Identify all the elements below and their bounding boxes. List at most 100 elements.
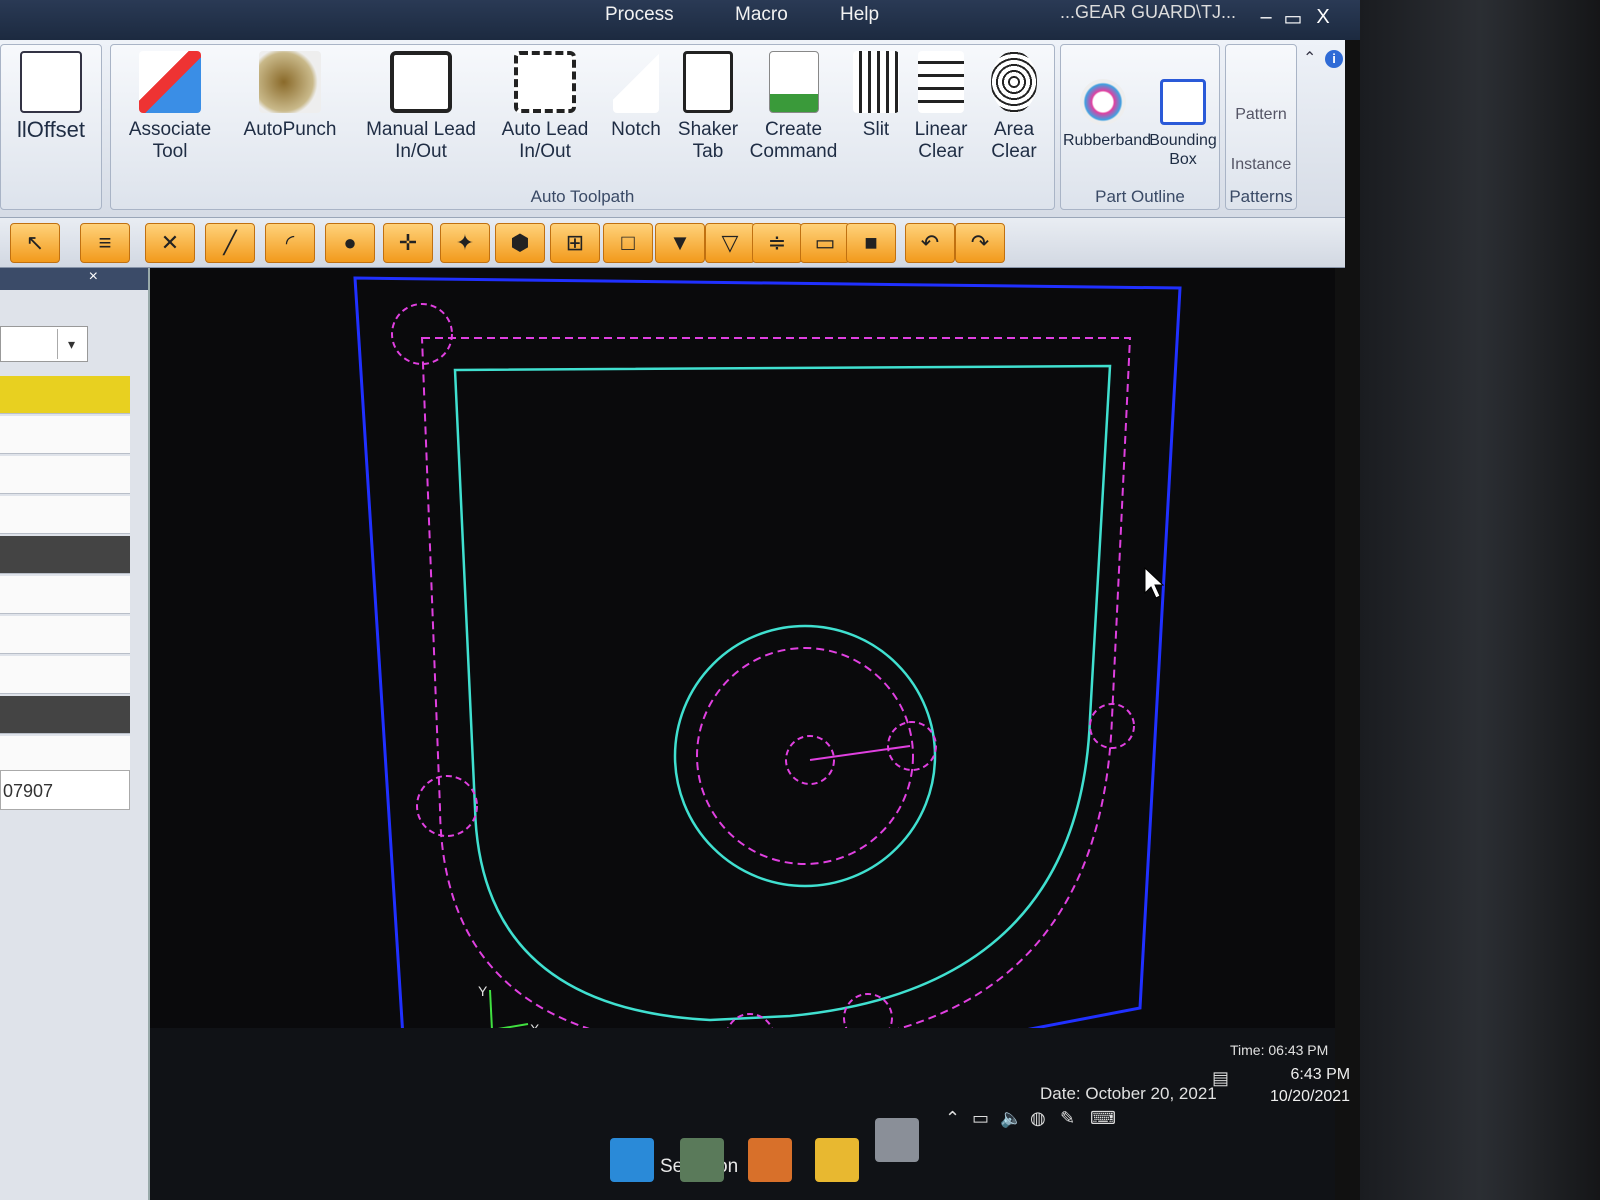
panel-row[interactable] — [0, 416, 130, 454]
rubberband-icon — [1080, 79, 1126, 125]
bounding-box-button[interactable]: Bounding Box — [1147, 79, 1219, 169]
auto-lead-button[interactable]: Auto Lead In/Out — [491, 51, 599, 163]
align-icon[interactable]: ≑ — [752, 223, 802, 263]
pen-icon[interactable]: ✎ — [1060, 1108, 1075, 1129]
slit-button[interactable]: Slit — [846, 51, 906, 141]
properties-panel: × ▾ 07907 — [0, 268, 150, 1200]
patterns-group-label: Patterns — [1229, 187, 1293, 206]
chevron-up-icon[interactable]: ⌃ — [945, 1108, 960, 1129]
network-icon[interactable]: ◍ — [1030, 1108, 1046, 1129]
shaker-tab-button[interactable]: Shaker Tab — [673, 51, 743, 163]
panel-value-field[interactable]: 07907 — [0, 770, 130, 810]
offset-button[interactable]: llOffset — [1, 51, 101, 141]
cad-drawing: Y X — [353, 276, 1182, 1028]
menu-macro[interactable]: Macro — [735, 4, 788, 26]
tray-clock[interactable]: 6:43 PM 10/20/2021 — [1270, 1064, 1350, 1108]
slit-label-1: Slit — [862, 119, 890, 140]
instance-button[interactable]: Instance — [1226, 155, 1296, 174]
undo-icon[interactable]: ↶ — [905, 223, 955, 263]
rubberband-button[interactable]: Rubberband — [1063, 79, 1152, 150]
notification-icon[interactable]: ▤ — [1212, 1068, 1229, 1089]
associate-tool-label-1: Associate — [128, 119, 212, 140]
linear-clear-button[interactable]: Linear Clear — [909, 51, 973, 163]
panel-row[interactable] — [0, 496, 130, 534]
part-outline-group-label: Part Outline — [1095, 187, 1185, 206]
create-command-button[interactable]: Create Command — [746, 51, 841, 163]
taskbar-app-icon[interactable] — [680, 1138, 724, 1182]
panel-row[interactable] — [0, 536, 130, 574]
panel-dropdown[interactable]: ▾ — [0, 326, 88, 362]
ribbon: llOffset Associate Tool AutoPunch Manual… — [0, 40, 1345, 218]
bounding-box-label-2: Box — [1169, 151, 1197, 168]
tools-icon[interactable]: ✕ — [145, 223, 195, 263]
taskbar-app-icon[interactable] — [875, 1118, 919, 1162]
sheet-border — [353, 276, 1182, 1028]
redo-icon[interactable]: ↷ — [955, 223, 1005, 263]
hierarchy-icon[interactable]: ⊞ — [550, 223, 600, 263]
select-arrow-icon[interactable]: ↖ — [10, 223, 60, 263]
pattern-button[interactable]: Pattern — [1226, 105, 1296, 124]
stop-icon[interactable]: ■ — [846, 223, 896, 263]
maximize-button[interactable]: ▭ — [1282, 6, 1304, 31]
minimize-button[interactable]: ‒ — [1255, 6, 1277, 29]
puzzle-icon[interactable]: ✦ — [440, 223, 490, 263]
taskbar-app-icon[interactable] — [610, 1138, 654, 1182]
panel-row[interactable] — [0, 616, 130, 654]
drawing-canvas[interactable]: Y X — [150, 268, 1335, 1028]
filter-remove-icon[interactable]: ▽ — [705, 223, 755, 263]
menu-help[interactable]: Help — [840, 4, 879, 26]
ribbon-group-offset: llOffset — [0, 44, 102, 210]
battery-icon[interactable]: ▭ — [972, 1108, 989, 1129]
tool-hit — [416, 775, 478, 837]
filter-icon[interactable]: ▼ — [655, 223, 705, 263]
linear-clear-label-1: Linear — [914, 119, 968, 140]
point-icon[interactable]: ✛ — [383, 223, 433, 263]
auto-lead-icon — [514, 51, 576, 113]
y-axis-line — [489, 989, 493, 1028]
status-bar: Selection Date: October 20, 2021 Time: 0… — [150, 1028, 1350, 1200]
collapse-ribbon-icon[interactable]: ⌃ — [1303, 48, 1316, 68]
rubberband-label-1: Rubberband — [1063, 132, 1152, 149]
polygon-icon[interactable]: ⬢ — [495, 223, 545, 263]
notch-button[interactable]: Notch — [603, 51, 669, 141]
panel-header: × — [0, 268, 148, 290]
circle-icon[interactable]: ● — [325, 223, 375, 263]
line-icon[interactable]: ╱ — [205, 223, 255, 263]
panel-row[interactable] — [0, 696, 130, 734]
auto-lead-label-1: Auto Lead — [501, 119, 589, 140]
tool-path — [420, 337, 1132, 1028]
panel-row[interactable] — [0, 376, 130, 414]
taskbar-app-icon[interactable] — [748, 1138, 792, 1182]
create-command-label-2: Command — [749, 141, 838, 162]
arc-icon[interactable]: ◜ — [265, 223, 315, 263]
panel-close-icon[interactable]: × — [89, 268, 98, 285]
layers-icon[interactable]: ≡ — [80, 223, 130, 263]
manual-lead-icon — [390, 51, 452, 113]
panel-row[interactable] — [0, 656, 130, 694]
area-clear-button[interactable]: Area Clear — [974, 51, 1054, 163]
offset-icon — [20, 51, 82, 113]
menu-process[interactable]: Process — [605, 4, 674, 26]
center-hole-outline — [673, 624, 937, 888]
panel-row[interactable] — [0, 576, 130, 614]
associate-tool-button[interactable]: Associate Tool — [115, 51, 225, 163]
linear-clear-icon — [918, 51, 964, 113]
keyboard-icon[interactable]: ⌨ — [1090, 1108, 1116, 1129]
autopunch-button[interactable]: AutoPunch — [231, 51, 349, 141]
notch-icon — [613, 51, 659, 113]
info-icon[interactable]: i — [1325, 50, 1343, 68]
slot-icon[interactable]: ▭ — [800, 223, 850, 263]
panel-row[interactable] — [0, 736, 130, 774]
folder-icon[interactable] — [815, 1138, 859, 1182]
part-outline — [453, 364, 1112, 1022]
close-button[interactable]: X — [1312, 6, 1334, 29]
autopunch-label-1: AutoPunch — [243, 119, 337, 140]
chevron-down-icon: ▾ — [57, 329, 85, 359]
volume-icon[interactable]: 🔈 — [1000, 1108, 1022, 1129]
manual-lead-button[interactable]: Manual Lead In/Out — [356, 51, 486, 163]
rectangle-icon[interactable]: □ — [603, 223, 653, 263]
manual-lead-label-2: In/Out — [395, 141, 447, 162]
linear-clear-label-2: Clear — [918, 141, 964, 162]
bounding-box-icon — [1160, 79, 1206, 125]
panel-row[interactable] — [0, 456, 130, 494]
